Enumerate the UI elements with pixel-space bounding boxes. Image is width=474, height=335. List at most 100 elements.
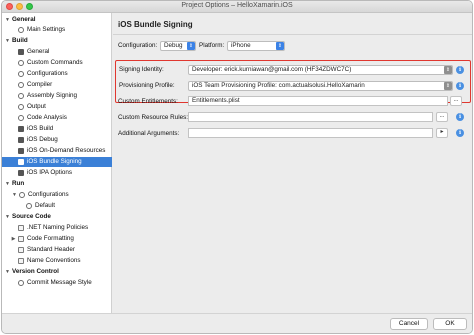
sidebar-item-commit-message-style[interactable]: Commit Message Style xyxy=(2,278,112,288)
sidebar-item-assembly-signing[interactable]: Assembly Signing xyxy=(2,91,112,101)
title-divider xyxy=(113,34,472,35)
expand-triangle-icon[interactable]: ▼ xyxy=(4,15,11,25)
sidebar-item-ios-on-demand-resources[interactable]: iOS On-Demand Resources xyxy=(2,146,112,156)
sidebar-item-run-section[interactable]: ▼ Run xyxy=(2,179,112,189)
sidebar-item-label: iOS IPA Options xyxy=(27,169,73,176)
sidebar-item-label: Run xyxy=(12,180,25,187)
expand-triangle-icon[interactable]: ▼ xyxy=(11,190,18,200)
configuration-select[interactable]: Debug ⇕ xyxy=(160,41,196,51)
gear-icon xyxy=(26,203,32,209)
sidebar-item-code-analysis[interactable]: Code Analysis xyxy=(2,113,112,123)
sidebar-item-main-settings[interactable]: Main Settings xyxy=(2,25,112,35)
chevron-updown-icon: ⇕ xyxy=(187,42,195,50)
title-bar[interactable]: Project Options – HelloXamarin.iOS xyxy=(2,1,472,13)
expand-triangle-icon[interactable]: ▶ xyxy=(10,234,17,244)
expand-triangle-icon[interactable]: ▼ xyxy=(4,179,11,189)
build-icon xyxy=(18,148,24,154)
sidebar-item-label: Custom Commands xyxy=(27,59,83,66)
ok-button[interactable]: OK xyxy=(433,318,467,330)
provisioning-profile-select[interactable]: iOS Team Provisioning Profile: com.actua… xyxy=(188,81,453,91)
build-icon xyxy=(18,137,24,143)
sidebar-item-label: Name Conventions xyxy=(27,257,81,264)
build-icon xyxy=(18,170,24,176)
additional-arguments-label: Additional Arguments: xyxy=(118,130,180,137)
provisioning-profile-label: Provisioning Profile: xyxy=(119,82,175,89)
gear-icon xyxy=(18,93,24,99)
document-icon xyxy=(18,258,24,264)
sidebar-item-standard-header[interactable]: Standard Header xyxy=(2,245,112,255)
sidebar-item-label: Assembly Signing xyxy=(27,92,78,99)
sidebar-item-build-general[interactable]: General xyxy=(2,47,112,57)
sidebar-item-label: Build xyxy=(12,37,28,44)
expand-triangle-icon[interactable]: ▼ xyxy=(4,212,11,222)
sidebar-item-label: Code Analysis xyxy=(27,114,67,121)
sidebar-item-ios-debug[interactable]: iOS Debug xyxy=(2,135,112,145)
additional-arguments-field[interactable] xyxy=(188,128,433,138)
signing-identity-select[interactable]: Developer: erick.kurniawan@gmail.com (HF… xyxy=(188,65,453,75)
document-icon xyxy=(18,236,24,242)
sidebar-item-label: Default xyxy=(35,202,55,209)
sidebar-item-source-code-section[interactable]: ▼ Source Code xyxy=(2,212,112,222)
sidebar-item-ios-ipa-options[interactable]: iOS IPA Options xyxy=(2,168,112,178)
sidebar-item-ios-build[interactable]: iOS Build xyxy=(2,124,112,134)
sidebar-item-name-conventions[interactable]: Name Conventions xyxy=(2,256,112,266)
sidebar-item-configurations[interactable]: Configurations xyxy=(2,69,112,79)
custom-resource-rules-label: Custom Resource Rules: xyxy=(118,114,188,121)
build-icon xyxy=(18,49,24,55)
configuration-value: Debug xyxy=(164,42,183,49)
expand-triangle-icon[interactable]: ▼ xyxy=(4,36,11,46)
custom-entitlements-field[interactable]: Entitlements.plist xyxy=(188,96,448,106)
sidebar-item-label: iOS Bundle Signing xyxy=(27,158,82,165)
options-sidebar: ▼ General Main Settings ▼ Build General … xyxy=(2,13,112,313)
build-icon xyxy=(18,159,24,165)
provisioning-profile-info-icon[interactable]: i xyxy=(456,82,464,90)
gear-icon xyxy=(18,71,24,77)
additional-arguments-info-icon[interactable]: i xyxy=(456,129,464,137)
sidebar-item-version-control-section[interactable]: ▼ Version Control xyxy=(2,267,112,277)
signing-identity-label: Signing Identity: xyxy=(119,66,164,73)
provisioning-profile-value: iOS Team Provisioning Profile: com.actua… xyxy=(192,82,365,89)
sidebar-item-label: Configurations xyxy=(28,191,69,198)
custom-resource-rules-browse-button[interactable]: ... xyxy=(436,112,448,122)
custom-resource-rules-info-icon[interactable]: i xyxy=(456,113,464,121)
cancel-button[interactable]: Cancel xyxy=(390,318,428,330)
document-icon xyxy=(18,247,24,253)
sidebar-item-label: Configurations xyxy=(27,70,68,77)
sidebar-item-label: Version Control xyxy=(12,268,59,275)
signing-identity-info-icon[interactable]: i xyxy=(456,66,464,74)
sidebar-item-label: General xyxy=(27,48,50,55)
gear-icon xyxy=(18,115,24,121)
custom-entitlements-label: Custom Entitlements: xyxy=(118,98,178,105)
platform-select[interactable]: iPhone ⇕ xyxy=(227,41,285,51)
custom-entitlements-browse-button[interactable]: ... xyxy=(450,96,462,106)
sidebar-item-label: Commit Message Style xyxy=(27,279,92,286)
sidebar-item-net-naming-policies[interactable]: .NET Naming Policies xyxy=(2,223,112,233)
project-options-window: Project Options – HelloXamarin.iOS ▼ Gen… xyxy=(1,0,473,334)
sidebar-item-build-section[interactable]: ▼ Build xyxy=(2,36,112,46)
sidebar-item-label: Standard Header xyxy=(27,246,75,253)
sidebar-item-label: Code Formatting xyxy=(27,235,74,242)
gear-icon xyxy=(18,27,24,33)
sidebar-item-label: iOS Debug xyxy=(27,136,58,143)
sidebar-item-ios-bundle-signing[interactable]: iOS Bundle Signing xyxy=(2,157,112,167)
gear-icon xyxy=(18,82,24,88)
platform-value: iPhone xyxy=(231,42,251,49)
sidebar-item-default[interactable]: Default xyxy=(2,201,112,211)
configuration-label: Configuration: xyxy=(118,42,158,49)
window-title: Project Options – HelloXamarin.iOS xyxy=(181,2,293,9)
sidebar-item-label: General xyxy=(12,16,36,23)
sidebar-item-compiler[interactable]: Compiler xyxy=(2,80,112,90)
additional-arguments-add-button[interactable]: ▸ xyxy=(436,128,448,138)
page-title: iOS Bundle Signing xyxy=(118,20,193,29)
sidebar-item-output[interactable]: Output xyxy=(2,102,112,112)
custom-resource-rules-field[interactable] xyxy=(188,112,433,122)
sidebar-item-general-section[interactable]: ▼ General xyxy=(2,15,112,25)
sidebar-item-label: Output xyxy=(27,103,46,110)
dialog-button-bar: Cancel OK xyxy=(2,313,472,333)
sidebar-item-custom-commands[interactable]: Custom Commands xyxy=(2,58,112,68)
expand-triangle-icon[interactable]: ▼ xyxy=(4,267,11,277)
sidebar-item-code-formatting[interactable]: ▶ Code Formatting xyxy=(2,234,112,244)
document-icon xyxy=(18,225,24,231)
sidebar-item-run-configurations[interactable]: ▼ Configurations xyxy=(2,190,112,200)
signing-identity-value: Developer: erick.kurniawan@gmail.com (HF… xyxy=(192,66,352,73)
